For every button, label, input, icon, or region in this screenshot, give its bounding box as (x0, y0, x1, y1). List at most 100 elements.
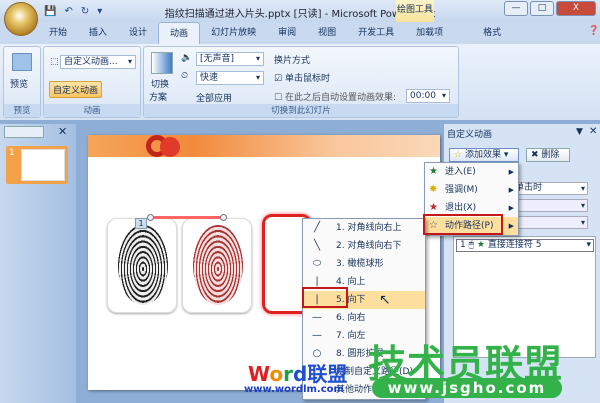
highlight-box (423, 214, 503, 235)
pane-title: 自定义动画 (447, 130, 493, 140)
mouse-icon: 🖱 (468, 240, 475, 250)
pane-menu-icon[interactable]: ▼ (576, 127, 583, 137)
tab-design[interactable]: 设计 (118, 22, 158, 44)
ribbon: 预览 预览 ⬚ 自定义动画... 自定义动画 动画 切换 方案 🔈 [无声音] … (0, 26, 600, 120)
selection-handle[interactable] (147, 214, 154, 221)
animation-list-item[interactable]: 1 🖱 ★ 直接连接符 5 ▾ (456, 239, 594, 252)
tab-review[interactable]: 审阅 (267, 22, 307, 44)
tab-format[interactable]: 格式 (472, 22, 512, 44)
tab-addins[interactable]: 加载项 (405, 22, 454, 44)
menu-item-label: 进入(E) (445, 167, 476, 177)
custom-animation-button[interactable]: 自定义动画 (49, 81, 103, 98)
fingerprint-red-image[interactable] (182, 218, 252, 313)
on-click-checkbox[interactable]: ☑ 单击鼠标时 (274, 71, 330, 84)
entrance-star-icon: ★ (476, 240, 485, 250)
delete-button[interactable]: ✖ 删除 (526, 148, 570, 162)
sound-combo[interactable]: [无声音] (196, 52, 264, 66)
logo-letter: 联 (307, 362, 328, 386)
logo-letter: r (283, 362, 293, 386)
tab-slideshow[interactable]: 幻灯片放映 (200, 22, 267, 44)
highlight-box (302, 287, 348, 308)
sound-icon: 🔈 (181, 53, 193, 63)
tab-insert[interactable]: 插入 (78, 22, 118, 44)
submenu-arrow-icon: ▶ (508, 204, 514, 212)
slide-header-banner (88, 135, 440, 157)
preview-button[interactable]: 预览 (10, 77, 28, 90)
speed-combo[interactable]: 快速 (196, 71, 264, 85)
watermark-wordlm-url: www.wordlm.com (244, 384, 344, 395)
close-button[interactable]: X (556, 1, 596, 16)
on-click-label: 单击鼠标时 (284, 74, 330, 84)
auto-after-time-spinner[interactable]: 00:00 (406, 89, 450, 103)
menu-item-label: 1. 对角线向右上 (336, 223, 402, 233)
add-effect-button[interactable]: ☆ 添加效果 ▾ (449, 148, 519, 162)
tab-animations[interactable]: 动画 (158, 22, 201, 44)
motion-path-item[interactable]: ╲ 2. 对角线向右下 (303, 237, 425, 255)
logo-letter: d (292, 362, 308, 386)
auto-after-checkbox[interactable]: ☐ 在此之后自动设置动画效果: (274, 90, 396, 103)
start-combo[interactable]: 单击时 (512, 182, 588, 195)
motion-path-item[interactable]: — 6. 向右 (303, 309, 425, 327)
animate-combo[interactable]: 自定义动画... (60, 55, 136, 69)
slides-outline-tabs[interactable] (4, 126, 44, 138)
menu-item-label: 6. 向右 (336, 313, 366, 323)
property-combo[interactable] (512, 199, 588, 212)
window-controls: — □ X (504, 1, 596, 16)
mouse-cursor-icon: ↖ (379, 292, 391, 308)
animate-icon: ⬚ (50, 57, 59, 67)
group-animation: ⬚ 自定义动画... 自定义动画 动画 (43, 46, 141, 118)
tab-home[interactable]: 开始 (38, 22, 78, 44)
group-label: 切换到此幻灯片 (144, 104, 458, 117)
maximize-button[interactable]: □ (530, 1, 554, 16)
motion-path-item[interactable]: ╱ 1. 对角线向右上 (303, 219, 425, 237)
motion-path-item[interactable]: ⬭ 3. 橄榄球形 (303, 255, 425, 273)
auto-after-label: 在此之后自动设置动画效果: (284, 93, 396, 103)
menu-item-label: 2. 对角线向右下 (336, 241, 402, 251)
group-label: 动画 (44, 104, 140, 117)
minimize-button[interactable]: — (504, 1, 528, 16)
effect-star-icon: ★ (429, 166, 438, 177)
slide-number: 1 (9, 148, 15, 158)
add-effect-item[interactable]: ✸ 强调(M) ▶ (425, 181, 518, 199)
item-dropdown-icon[interactable]: ▾ (586, 240, 591, 251)
path-shape-icon: ⬭ (312, 258, 322, 269)
item-index: 1 (460, 240, 466, 250)
path-shape-icon: — (312, 312, 322, 323)
menu-item-label: 退出(X) (445, 203, 477, 213)
transition-scheme-button[interactable]: 切换 (151, 77, 169, 90)
slide-thumbnail-image (21, 149, 65, 181)
apply-all-button[interactable]: 全部应用 (196, 91, 232, 104)
submenu-arrow-icon: ▶ (508, 168, 514, 176)
transition-scheme-button-line2[interactable]: 方案 (149, 90, 167, 103)
path-shape-icon: — (312, 330, 322, 341)
close-panel-icon[interactable]: ✕ (58, 125, 67, 138)
logo-letter: 盟 (327, 362, 348, 386)
group-transition: 切换 方案 🔈 [无声音] ⏲ 快速 全部应用 换片方式 ☑ 单击鼠标时 ☐ 在… (143, 46, 459, 118)
item-name: 直接连接符 5 (487, 240, 542, 250)
decor-circle (160, 137, 180, 157)
fingerprint-black-image[interactable] (107, 218, 177, 313)
menu-item-label: 7. 向左 (336, 331, 366, 341)
add-effect-label: 添加效果 (464, 150, 501, 160)
office-button[interactable] (4, 2, 38, 36)
help-icon[interactable]: ❓ (588, 26, 599, 36)
add-effect-item[interactable]: ★ 进入(E) ▶ (425, 163, 518, 181)
watermark-wordlm-title: Word联盟 (248, 358, 347, 387)
connector-line-selected[interactable] (150, 216, 224, 219)
menu-item-label: 4. 向上 (336, 277, 366, 287)
delete-label: 删除 (541, 150, 560, 160)
pane-close-icon[interactable]: ✕ (589, 126, 597, 137)
speed-combo-pane[interactable] (512, 216, 588, 229)
drawing-tools-context-label: 绘图工具 (396, 0, 434, 22)
star-icon: ☆ (454, 150, 463, 160)
menu-item-label: 3. 橄榄球形 (336, 259, 384, 269)
tab-view[interactable]: 视图 (307, 22, 347, 44)
advance-slide-title: 换片方式 (274, 56, 311, 66)
submenu-arrow-icon: ▶ (508, 186, 514, 194)
effect-star-icon: ✸ (429, 184, 438, 195)
selection-handle[interactable] (220, 214, 227, 221)
path-shape-icon: ╲ (313, 240, 321, 251)
menu-item-label: 强调(M) (445, 185, 478, 195)
logo-letter: o (269, 362, 284, 386)
tab-developer[interactable]: 开发工具 (347, 22, 405, 44)
